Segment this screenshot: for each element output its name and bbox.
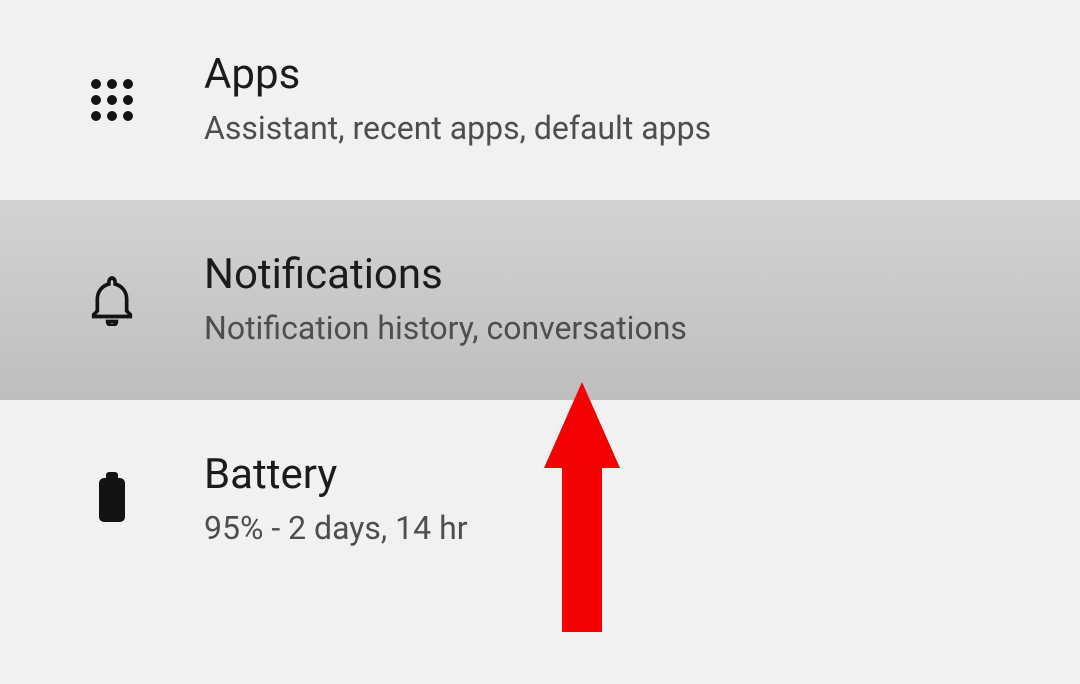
settings-item-title: Notifications: [204, 250, 687, 300]
settings-item-apps[interactable]: Apps Assistant, recent apps, default app…: [0, 0, 1080, 200]
settings-item-battery[interactable]: Battery 95% - 2 days, 14 hr: [0, 400, 1080, 600]
bell-icon: [84, 274, 140, 326]
settings-list: Apps Assistant, recent apps, default app…: [0, 0, 1080, 600]
settings-item-subtitle: Assistant, recent apps, default apps: [204, 108, 711, 150]
settings-item-text: Apps Assistant, recent apps, default app…: [204, 50, 711, 150]
settings-item-subtitle: 95% - 2 days, 14 hr: [204, 508, 468, 550]
settings-item-notifications[interactable]: Notifications Notification history, conv…: [0, 200, 1080, 400]
apps-icon: [84, 79, 140, 121]
settings-item-text: Notifications Notification history, conv…: [204, 250, 687, 350]
settings-screenshot: Apps Assistant, recent apps, default app…: [0, 0, 1080, 684]
settings-item-title: Apps: [204, 50, 711, 100]
settings-item-subtitle: Notification history, conversations: [204, 308, 687, 350]
battery-icon: [84, 478, 140, 522]
settings-item-title: Battery: [204, 450, 468, 500]
settings-item-text: Battery 95% - 2 days, 14 hr: [204, 450, 468, 550]
